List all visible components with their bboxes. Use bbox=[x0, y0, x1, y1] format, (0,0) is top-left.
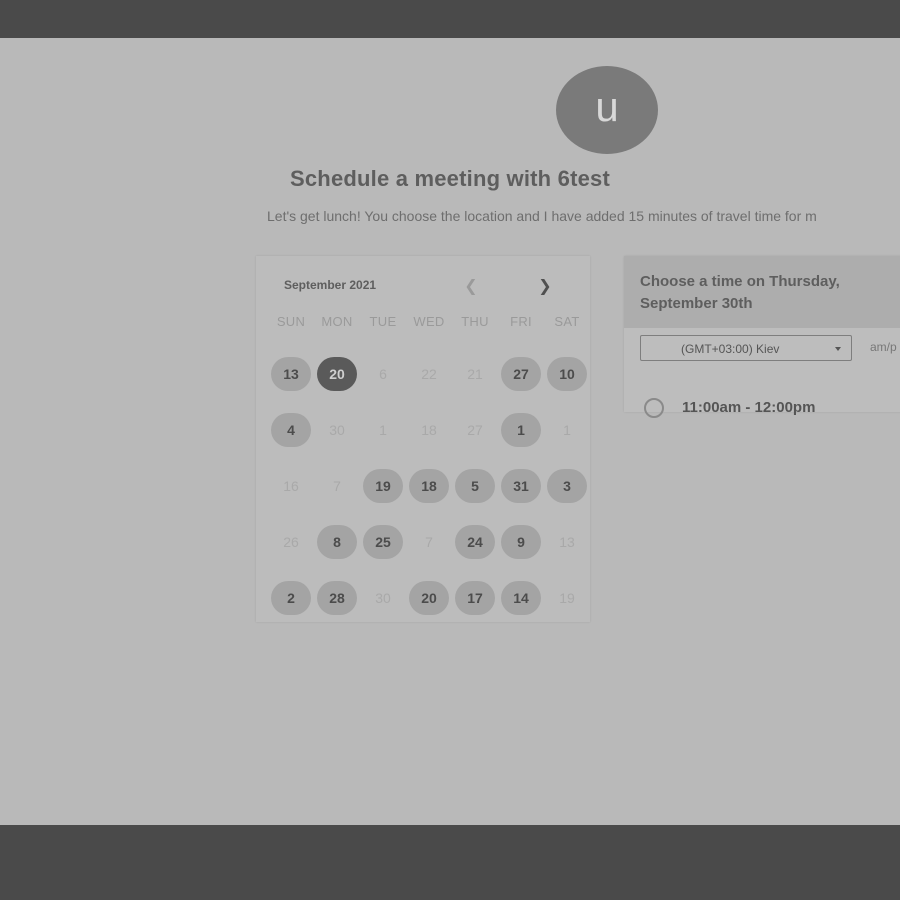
calendar-day[interactable]: 4 bbox=[271, 413, 311, 447]
calendar-day: 19 bbox=[559, 590, 575, 606]
calendar-cell: 19 bbox=[544, 570, 590, 626]
calendar-day[interactable]: 20 bbox=[409, 581, 449, 615]
calendar-day[interactable]: 10 bbox=[547, 357, 587, 391]
calendar-day[interactable]: 8 bbox=[317, 525, 357, 559]
time-slot-label: 11:00am - 12:00pm bbox=[682, 399, 816, 416]
calendar-day[interactable]: 5 bbox=[455, 469, 495, 503]
calendar-cell: 20 bbox=[314, 346, 360, 402]
calendar-day[interactable]: 14 bbox=[501, 581, 541, 615]
avatar: u bbox=[556, 66, 658, 154]
calendar-grid: 13 20 6 22 21 27 10 4 30 1 18 27 1 1 16 7 19 18 5 31 3 26 8 25 7… bbox=[268, 346, 590, 626]
calendar-day[interactable]: 3 bbox=[547, 469, 587, 503]
calendar-day[interactable]: 27 bbox=[501, 357, 541, 391]
calendar-cell: 7 bbox=[406, 514, 452, 570]
calendar-cell: 27 bbox=[498, 346, 544, 402]
calendar-cell: 31 bbox=[498, 458, 544, 514]
calendar-cell: 25 bbox=[360, 514, 406, 570]
booking-page: u Schedule a meeting with 6test Let's ge… bbox=[0, 38, 900, 825]
calendar-cell: 19 bbox=[360, 458, 406, 514]
calendar-day[interactable]: 9 bbox=[501, 525, 541, 559]
calendar-day[interactable]: 25 bbox=[363, 525, 403, 559]
timezone-value: (GMT+03:00) Kiev bbox=[681, 342, 780, 356]
calendar-cell: 9 bbox=[498, 514, 544, 570]
calendar-cell: 14 bbox=[498, 570, 544, 626]
weekday-label: MON bbox=[321, 314, 353, 329]
calendar-cell: 3 bbox=[544, 458, 590, 514]
calendar-day-selected[interactable]: 20 bbox=[317, 357, 357, 391]
weekday-label: SAT bbox=[554, 314, 580, 329]
month-label: September 2021 bbox=[284, 278, 377, 292]
calendar-cell: 10 bbox=[544, 346, 590, 402]
calendar-day[interactable]: 17 bbox=[455, 581, 495, 615]
weekday-label: THU bbox=[461, 314, 489, 329]
calendar-cell: 20 bbox=[406, 570, 452, 626]
calendar-day[interactable]: 19 bbox=[363, 469, 403, 503]
calendar-day[interactable]: 18 bbox=[409, 469, 449, 503]
calendar-day[interactable]: 31 bbox=[501, 469, 541, 503]
calendar-cell: 16 bbox=[268, 458, 314, 514]
calendar-cell: 1 bbox=[544, 402, 590, 458]
calendar-day: 13 bbox=[559, 534, 575, 550]
calendar-cell: 1 bbox=[498, 402, 544, 458]
time-format-toggle[interactable]: am/p bbox=[870, 340, 897, 354]
calendar-day: 26 bbox=[283, 534, 299, 550]
calendar-day[interactable]: 1 bbox=[501, 413, 541, 447]
calendar-cell: 21 bbox=[452, 346, 498, 402]
calendar-cell: 6 bbox=[360, 346, 406, 402]
weekday-label: TUE bbox=[369, 314, 397, 329]
calendar-cell: 26 bbox=[268, 514, 314, 570]
calendar-cell: 22 bbox=[406, 346, 452, 402]
calendar-cell: 18 bbox=[406, 458, 452, 514]
chevron-right-icon[interactable]: ❯ bbox=[534, 276, 556, 298]
calendar-day: 30 bbox=[375, 590, 391, 606]
calendar-cell: 24 bbox=[452, 514, 498, 570]
calendar-day: 16 bbox=[283, 478, 299, 494]
calendar-day: 22 bbox=[421, 366, 437, 382]
calendar-cell: 1 bbox=[360, 402, 406, 458]
calendar-day[interactable]: 2 bbox=[271, 581, 311, 615]
calendar-cell: 8 bbox=[314, 514, 360, 570]
chevron-left-icon[interactable]: ❮ bbox=[460, 276, 482, 298]
page-title-wrap: Schedule a meeting with 6test bbox=[0, 166, 900, 192]
weekday-label: SUN bbox=[276, 314, 306, 329]
date-picker: September 2021 ❮ ❯ SUN MON TUE WED THU F… bbox=[256, 256, 590, 622]
calendar-cell: 28 bbox=[314, 570, 360, 626]
weekday-label: FRI bbox=[510, 314, 532, 329]
radio-button[interactable] bbox=[644, 398, 664, 418]
calendar-cell: 13 bbox=[544, 514, 590, 570]
caret-down-icon bbox=[835, 347, 841, 351]
calendar-day[interactable]: 28 bbox=[317, 581, 357, 615]
calendar-cell: 2 bbox=[268, 570, 314, 626]
calendar-cell: 30 bbox=[360, 570, 406, 626]
calendar-day: 18 bbox=[421, 422, 437, 438]
calendar-day: 7 bbox=[425, 534, 433, 550]
calendar-day[interactable]: 13 bbox=[271, 357, 311, 391]
page-title: Schedule a meeting with 6test bbox=[290, 166, 610, 191]
weekday-header: SUN MON TUE WED THU FRI SAT bbox=[268, 314, 590, 330]
calendar-day: 21 bbox=[467, 366, 483, 382]
meeting-description: Let's get lunch! You choose the location… bbox=[267, 208, 817, 224]
time-panel: Choose a time on Thursday, September 30t… bbox=[624, 256, 900, 418]
calendar-cell: 17 bbox=[452, 570, 498, 626]
time-panel-title: Choose a time on Thursday, September 30t… bbox=[640, 273, 840, 312]
calendar-cell: 5 bbox=[452, 458, 498, 514]
calendar-cell: 13 bbox=[268, 346, 314, 402]
calendar-day: 7 bbox=[333, 478, 341, 494]
calendar-cell: 7 bbox=[314, 458, 360, 514]
calendar-day: 30 bbox=[329, 422, 345, 438]
calendar-cell: 18 bbox=[406, 402, 452, 458]
calendar-cell: 4 bbox=[268, 402, 314, 458]
calendar-day[interactable]: 24 bbox=[455, 525, 495, 559]
calendar-day: 6 bbox=[379, 366, 387, 382]
time-panel-header: Choose a time on Thursday, September 30t… bbox=[624, 256, 900, 328]
calendar-day: 1 bbox=[379, 422, 387, 438]
calendar-cell: 27 bbox=[452, 402, 498, 458]
weekday-label: WED bbox=[413, 314, 445, 329]
calendar-day: 1 bbox=[563, 422, 571, 438]
timezone-select[interactable]: (GMT+03:00) Kiev bbox=[640, 335, 852, 361]
calendar-day: 27 bbox=[467, 422, 483, 438]
calendar-cell: 30 bbox=[314, 402, 360, 458]
